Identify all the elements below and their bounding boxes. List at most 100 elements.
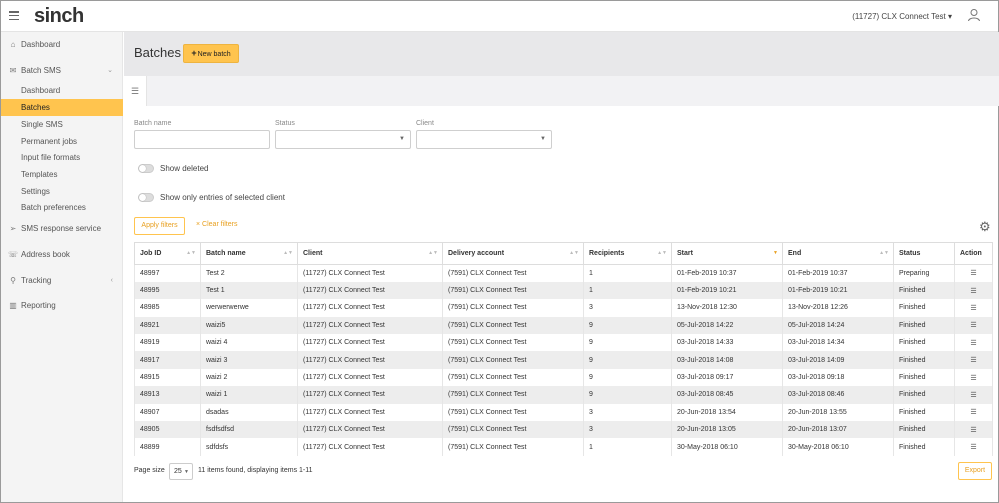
column-header-end[interactable]: End ▲▼ bbox=[782, 242, 894, 265]
sidebar-sub-templates[interactable]: Templates bbox=[1, 166, 123, 183]
table-cell: 03-Jul-2018 14:34 bbox=[782, 334, 894, 352]
table-cell: waizi5 bbox=[200, 316, 298, 335]
table-cell: 1 bbox=[583, 281, 672, 300]
list-icon[interactable]: ☰ bbox=[970, 444, 976, 451]
clear-filters-label: Clear filters bbox=[202, 221, 238, 228]
table-cell: Finished bbox=[893, 403, 955, 422]
list-icon[interactable]: ☰ bbox=[970, 357, 976, 364]
export-button[interactable]: Export bbox=[958, 462, 992, 480]
table-row[interactable]: 48985 werwerwerwe (11727) CLX Connect Test… bbox=[134, 299, 993, 317]
table-cell: (7591) CLX Connect Test bbox=[442, 421, 584, 439]
table-cell: 48921 bbox=[134, 316, 201, 335]
search-icon: ⚲ bbox=[10, 276, 16, 285]
sidebar-item-sms-response-service[interactable]: ➢ SMS response service bbox=[1, 220, 123, 237]
table-row[interactable]: 48905 fsdfsdfsd (11727) CLX Connect Test (7… bbox=[134, 421, 993, 439]
menu-icon[interactable] bbox=[9, 11, 19, 21]
list-icon[interactable]: ☰ bbox=[970, 375, 976, 382]
list-icon[interactable]: ☰ bbox=[970, 340, 976, 347]
status-label: Status bbox=[275, 120, 295, 127]
sidebar-sub-single-sms[interactable]: Single SMS bbox=[1, 116, 123, 133]
table-cell: (7591) CLX Connect Test bbox=[442, 316, 584, 335]
sidebar-item-dashboard[interactable]: ⌂ Dashboard bbox=[1, 36, 123, 53]
page-header: Batches +New batch bbox=[124, 32, 999, 76]
column-header-client[interactable]: Client ▲▼ bbox=[297, 242, 443, 265]
bar-chart-icon: ▥ bbox=[9, 301, 17, 310]
apply-filters-button[interactable]: Apply filters bbox=[134, 217, 185, 235]
list-icon[interactable]: ☰ bbox=[970, 305, 976, 312]
list-icon[interactable]: ☰ bbox=[970, 392, 976, 399]
sidebar-sub-settings[interactable]: Settings bbox=[1, 183, 123, 200]
table-cell-action: ☰ bbox=[954, 438, 993, 456]
list-icon[interactable]: ☰ bbox=[970, 409, 976, 416]
sidebar-item-reporting[interactable]: ▥ Reporting bbox=[1, 297, 123, 314]
list-icon[interactable]: ☰ bbox=[970, 288, 976, 295]
batch-name-input[interactable] bbox=[134, 130, 270, 149]
tab-list-view[interactable]: ☰ bbox=[124, 76, 147, 106]
batch-name-label: Batch name bbox=[134, 120, 172, 127]
table-row[interactable]: 48913 waizi 1 (11727) CLX Connect Test (759… bbox=[134, 386, 993, 404]
table-cell: sdfdsfs bbox=[200, 438, 298, 456]
table-cell: 30-May-2018 06:10 bbox=[671, 438, 783, 456]
table-row[interactable]: 48899 sdfdsfs (11727) CLX Connect Test (759… bbox=[134, 438, 993, 456]
table-row[interactable]: 48921 waizi5 (11727) CLX Connect Test (7591… bbox=[134, 316, 993, 335]
table-cell: werwerwerwe bbox=[200, 299, 298, 317]
clear-filters-button[interactable]: × Clear filters bbox=[196, 221, 237, 228]
table-cell: (11727) CLX Connect Test bbox=[297, 264, 443, 282]
list-icon[interactable]: ☰ bbox=[970, 322, 976, 329]
list-icon[interactable]: ☰ bbox=[970, 270, 976, 277]
table-row[interactable]: 48997 Test 2 (11727) CLX Connect Test (7591… bbox=[134, 264, 993, 282]
table-cell: Test 2 bbox=[200, 264, 298, 282]
account-selector[interactable]: (11727) CLX Connect Test ▾ bbox=[852, 12, 952, 21]
sidebar-item-tracking[interactable]: ⚲ Tracking ‹ bbox=[1, 272, 123, 289]
column-header-start[interactable]: Start ▼ bbox=[671, 242, 783, 265]
table-cell: 48917 bbox=[134, 351, 201, 369]
table-row[interactable]: 48907 dsadas (11727) CLX Connect Test (7591… bbox=[134, 403, 993, 422]
sidebar-item-address-book[interactable]: ☏ Address book bbox=[1, 246, 123, 263]
show-deleted-toggle[interactable] bbox=[138, 164, 154, 173]
table-row[interactable]: 48915 waizi 2 (11727) CLX Connect Test (759… bbox=[134, 368, 993, 387]
column-header-delivery-account[interactable]: Delivery account ▲▼ bbox=[442, 242, 584, 265]
table-cell: 03-Jul-2018 09:17 bbox=[671, 368, 783, 387]
table-cell: 48919 bbox=[134, 334, 201, 352]
sidebar-sub-dashboard[interactable]: Dashboard bbox=[1, 82, 123, 99]
table-cell-action: ☰ bbox=[954, 299, 993, 317]
sidebar-sub-batches[interactable]: Batches bbox=[1, 99, 123, 116]
sidebar-sub-permanent-jobs[interactable]: Permanent jobs bbox=[1, 133, 123, 150]
table-cell: 13-Nov-2018 12:30 bbox=[671, 299, 783, 317]
column-header-job-id[interactable]: Job ID ▲▼ bbox=[134, 242, 201, 265]
sidebar-sub-input-file-formats[interactable]: Input file formats bbox=[1, 149, 123, 166]
table-cell: (7591) CLX Connect Test bbox=[442, 351, 584, 369]
table-cell: (7591) CLX Connect Test bbox=[442, 386, 584, 404]
gear-icon[interactable]: ⚙ bbox=[979, 219, 991, 235]
show-only-selected-client-toggle[interactable] bbox=[138, 193, 154, 202]
table-cell: (11727) CLX Connect Test bbox=[297, 281, 443, 300]
table-cell-action: ☰ bbox=[954, 368, 993, 387]
table-cell: (11727) CLX Connect Test bbox=[297, 299, 443, 317]
table-cell: 9 bbox=[583, 368, 672, 387]
table-cell: 30-May-2018 06:10 bbox=[782, 438, 894, 456]
table-cell: 01-Feb-2019 10:37 bbox=[671, 264, 783, 282]
sidebar-item-batch-sms[interactable]: ✉ Batch SMS ⌄ bbox=[1, 62, 123, 79]
table-cell: 03-Jul-2018 09:18 bbox=[782, 368, 894, 387]
column-header-batch-name[interactable]: Batch name ▲▼ bbox=[200, 242, 298, 265]
status-select[interactable]: ▼ bbox=[275, 130, 411, 149]
new-batch-button[interactable]: +New batch bbox=[183, 44, 239, 63]
page-size-select[interactable]: 25 ▼ bbox=[169, 463, 193, 480]
table-row[interactable]: 48919 waizi 4 (11727) CLX Connect Test (759… bbox=[134, 334, 993, 352]
table-cell: waizi 1 bbox=[200, 386, 298, 404]
column-header-recipients[interactable]: Recipients ▲▼ bbox=[583, 242, 672, 265]
client-select[interactable]: ▼ bbox=[416, 130, 552, 149]
table-cell: waizi 3 bbox=[200, 351, 298, 369]
user-icon[interactable] bbox=[967, 8, 981, 22]
table-row[interactable]: 48917 waizi 3 (11727) CLX Connect Test (759… bbox=[134, 351, 993, 369]
table-cell: 3 bbox=[583, 421, 672, 439]
table-cell: 03-Jul-2018 14:08 bbox=[671, 351, 783, 369]
sidebar-sub-batch-preferences[interactable]: Batch preferences bbox=[1, 199, 123, 216]
table-cell: Preparing bbox=[893, 264, 955, 282]
table-cell: (7591) CLX Connect Test bbox=[442, 299, 584, 317]
list-icon[interactable]: ☰ bbox=[970, 427, 976, 434]
table-cell: 48905 bbox=[134, 421, 201, 439]
main-content: Batches +New batch ☰ Batch name Status ▼… bbox=[124, 32, 999, 502]
table-row[interactable]: 48995 Test 1 (11727) CLX Connect Test (7591… bbox=[134, 281, 993, 300]
pager-info: 11 items found, displaying items 1-11 bbox=[198, 467, 313, 474]
